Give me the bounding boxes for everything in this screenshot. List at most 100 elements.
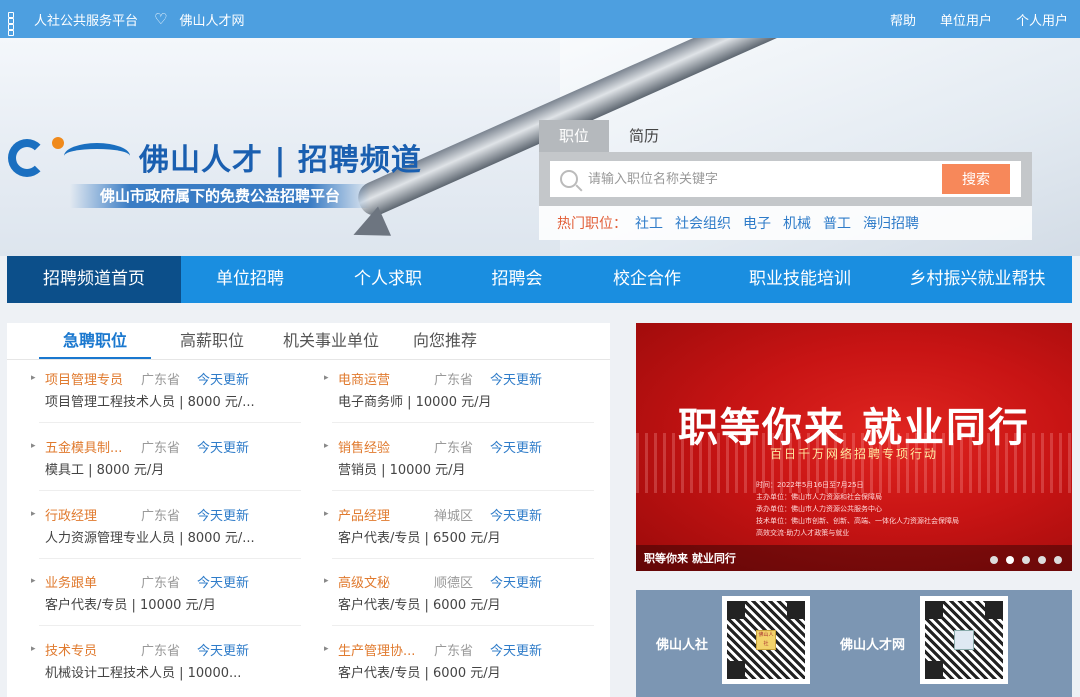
job-location: 广东省: [141, 643, 181, 659]
job-update-status: 今天更新: [197, 372, 250, 388]
job-update-status: 今天更新: [490, 643, 543, 659]
job-item[interactable]: ▸ 高级文秘 顺德区 今天更新 客户代表/专员 | 6000 元/月: [324, 570, 584, 632]
nav-school-enterprise[interactable]: 校企合作: [577, 256, 717, 303]
job-location: 广东省: [141, 372, 181, 388]
hot-keyword[interactable]: 社工: [635, 213, 663, 233]
nav-job-seeking[interactable]: 个人求职: [319, 256, 457, 303]
search-input[interactable]: [588, 164, 942, 194]
jobs-panel: 急聘职位 高薪职位 机关事业单位 向您推荐 ▸ 项目管理专员 广东省 今天更新 项目管理…: [7, 323, 610, 697]
job-location: 广东省: [434, 372, 474, 388]
job-update-status: 今天更新: [197, 643, 250, 659]
search-tab-resumes[interactable]: 简历: [609, 120, 679, 152]
bullet-icon: ▸: [31, 441, 36, 451]
tabs-divider: [7, 359, 610, 360]
job-title[interactable]: 项目管理专员: [45, 369, 141, 388]
job-item[interactable]: ▸ 电商运营 广东省 今天更新 电子商务师 | 10000 元/月: [324, 367, 584, 429]
banner-detail-line: 主办单位：佛山市人力资源和社会保障局: [756, 493, 882, 501]
job-location: 禅城区: [434, 508, 474, 524]
heart-icon: ♡: [154, 10, 168, 28]
job-separator: [332, 422, 594, 423]
job-title[interactable]: 高级文秘: [338, 572, 434, 591]
job-separator: [39, 558, 301, 559]
tab-high-salary-jobs[interactable]: 高薪职位: [161, 323, 263, 359]
job-description: 机械设计工程技术人员 | 10000...: [45, 666, 242, 681]
job-update-status: 今天更新: [197, 508, 250, 524]
qr-code-panel: 佛山人社 佛山人社 佛山人才网: [636, 590, 1072, 697]
qr-code-talent-site[interactable]: [920, 596, 1008, 684]
qr-code-hrss[interactable]: 佛山人社: [722, 596, 810, 684]
tab-recommended[interactable]: 向您推荐: [399, 323, 491, 359]
job-row-header: ▸ 销售经验 广东省 今天更新: [324, 435, 584, 457]
job-location: 广东省: [434, 643, 474, 659]
logo-text: 佛山人才 | 招聘频道: [139, 143, 422, 178]
job-item[interactable]: ▸ 五金模具制... 广东省 今天更新 模具工 | 8000 元/月: [31, 435, 291, 497]
carousel-dot-active[interactable]: [1006, 556, 1014, 564]
search-tabs: 职位 简历: [539, 120, 1032, 152]
job-title[interactable]: 生产管理协...: [338, 640, 434, 659]
banner-detail-line: 时间：2022年5月16日至7月25日: [756, 481, 864, 489]
job-separator: [39, 625, 301, 626]
search-tab-jobs[interactable]: 职位: [539, 120, 609, 152]
promo-banner[interactable]: 职等你来 就业同行 百日千万网络招聘专项行动 时间：2022年5月16日至7月2…: [636, 323, 1072, 571]
job-row-header: ▸ 业务跟单 广东省 今天更新: [31, 570, 291, 592]
hero-banner: 佛山人才 | 招聘频道 佛山市政府属下的免费公益招聘平台 职位 简历 搜索 热门…: [0, 38, 1080, 256]
job-item[interactable]: ▸ 业务跟单 广东省 今天更新 客户代表/专员 | 10000 元/月: [31, 570, 291, 632]
platform-link[interactable]: 人社公共服务平台: [34, 10, 138, 29]
job-item[interactable]: ▸ 生产管理协... 广东省 今天更新 客户代表/专员 | 6000 元/月: [324, 638, 584, 697]
carousel-dot[interactable]: [1022, 556, 1030, 564]
hot-keyword[interactable]: 电子: [743, 213, 771, 233]
job-row-header: ▸ 五金模具制... 广东省 今天更新: [31, 435, 291, 457]
hot-keyword[interactable]: 机械: [783, 213, 811, 233]
hot-keyword[interactable]: 普工: [823, 213, 851, 233]
job-item[interactable]: ▸ 行政经理 广东省 今天更新 人力资源管理专业人员 | 8000 元/...: [31, 503, 291, 565]
job-item[interactable]: ▸ 项目管理专员 广东省 今天更新 项目管理工程技术人员 | 8000 元/...: [31, 367, 291, 429]
personal-login-link[interactable]: 个人用户: [1016, 10, 1068, 29]
apps-grid-icon[interactable]: [8, 12, 22, 36]
carousel-dot[interactable]: [990, 556, 998, 564]
banner-subtitle: 百日千万网络招聘专项行动: [769, 447, 938, 461]
employer-login-link[interactable]: 单位用户: [940, 10, 992, 29]
job-description: 客户代表/专员 | 6500 元/月: [338, 531, 501, 546]
search-inner: 搜索: [550, 161, 1021, 197]
job-title[interactable]: 行政经理: [45, 505, 141, 524]
carousel-dot[interactable]: [1038, 556, 1046, 564]
job-title[interactable]: 技术专员: [45, 640, 141, 659]
hero-pen-tip: [346, 206, 392, 250]
tab-public-institutions[interactable]: 机关事业单位: [267, 323, 395, 359]
job-item[interactable]: ▸ 销售经验 广东省 今天更新 营销员 | 10000 元/月: [324, 435, 584, 497]
nav-home[interactable]: 招聘频道首页: [7, 256, 181, 303]
nav-rural-employment[interactable]: 乡村振兴就业帮扶: [883, 256, 1072, 303]
job-description: 项目管理工程技术人员 | 8000 元/...: [45, 395, 255, 410]
bullet-icon: ▸: [31, 509, 36, 519]
job-item[interactable]: ▸ 技术专员 广东省 今天更新 机械设计工程技术人员 | 10000...: [31, 638, 291, 697]
job-separator: [332, 625, 594, 626]
job-description: 电子商务师 | 10000 元/月: [338, 395, 492, 410]
hot-keyword[interactable]: 海归招聘: [863, 213, 919, 233]
help-link[interactable]: 帮助: [890, 10, 916, 29]
job-title[interactable]: 销售经验: [338, 437, 434, 456]
job-title[interactable]: 五金模具制...: [45, 437, 141, 456]
search-bar: 搜索: [539, 152, 1032, 206]
hot-keyword[interactable]: 社会组织: [675, 213, 731, 233]
job-title[interactable]: 业务跟单: [45, 572, 141, 591]
qr-center-logo: [954, 630, 974, 650]
nav-job-fair[interactable]: 招聘会: [457, 256, 577, 303]
job-title[interactable]: 产品经理: [338, 505, 434, 524]
job-separator: [332, 558, 594, 559]
tab-urgent-jobs[interactable]: 急聘职位: [39, 323, 151, 359]
nav-skill-training[interactable]: 职业技能培训: [717, 256, 883, 303]
job-row-header: ▸ 行政经理 广东省 今天更新: [31, 503, 291, 525]
search-button[interactable]: 搜索: [942, 164, 1010, 194]
site-link[interactable]: 佛山人才网: [179, 10, 244, 29]
logo-mark-icon: [8, 133, 133, 181]
nav-employer-recruit[interactable]: 单位招聘: [181, 256, 319, 303]
job-description: 客户代表/专员 | 6000 元/月: [338, 598, 501, 613]
qr-center-logo: 佛山人社: [756, 630, 776, 650]
carousel-dot[interactable]: [1054, 556, 1062, 564]
job-title[interactable]: 电商运营: [338, 369, 434, 388]
slogan: 佛山市政府属下的免费公益招聘平台: [70, 184, 370, 208]
bullet-icon: ▸: [31, 576, 36, 586]
site-logo[interactable]: 佛山人才 | 招聘频道: [8, 133, 422, 181]
job-separator: [332, 490, 594, 491]
job-item[interactable]: ▸ 产品经理 禅城区 今天更新 客户代表/专员 | 6500 元/月: [324, 503, 584, 565]
